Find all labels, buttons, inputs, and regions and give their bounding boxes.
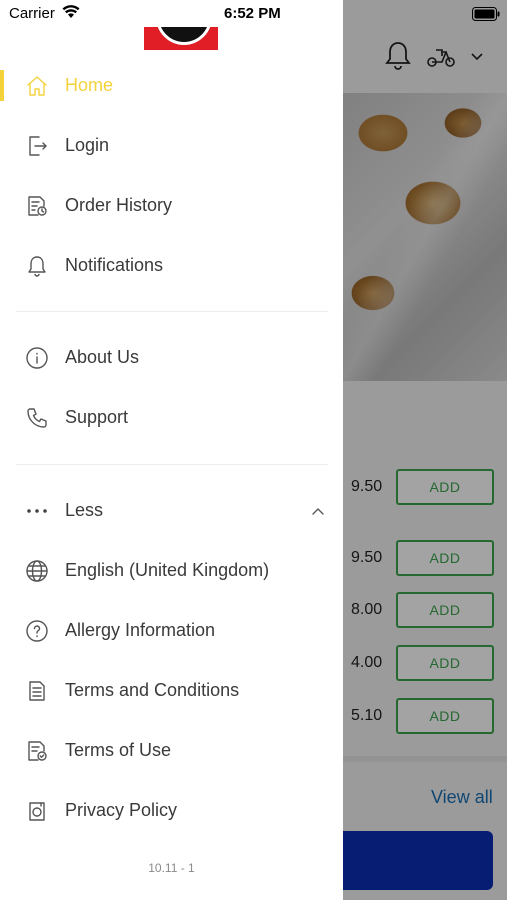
carrier-label: Carrier bbox=[9, 5, 55, 22]
home-icon bbox=[25, 74, 49, 98]
menu-item-login[interactable]: Login bbox=[0, 126, 343, 166]
menu-item-about-us[interactable]: About Us bbox=[0, 338, 343, 378]
status-bar: Carrier 6:52 PM bbox=[0, 0, 507, 28]
menu-item-label: About Us bbox=[65, 347, 140, 367]
phone-icon bbox=[25, 406, 49, 430]
menu-item-label: Support bbox=[65, 407, 129, 427]
battery-icon bbox=[472, 7, 500, 26]
menu-item-label: English (United Kingdom) bbox=[65, 560, 270, 580]
brand-logo bbox=[144, 27, 218, 50]
document-icon bbox=[25, 679, 49, 703]
menu-item-label: Terms and Conditions bbox=[65, 680, 240, 700]
order-history-icon bbox=[25, 194, 49, 218]
globe-icon bbox=[25, 559, 49, 583]
menu-item-terms-and-conditions[interactable]: Terms and Conditions bbox=[0, 671, 343, 711]
less-toggle-label: Less bbox=[65, 500, 104, 520]
login-icon bbox=[25, 134, 49, 158]
menu-item-label: Privacy Policy bbox=[65, 800, 178, 820]
menu-item-notifications[interactable]: Notifications bbox=[0, 246, 343, 286]
navigation-drawer: Home Login Order History Notifications A… bbox=[0, 0, 343, 900]
menu-divider bbox=[16, 311, 328, 312]
menu-item-allergy-information[interactable]: Allergy Information bbox=[0, 611, 343, 651]
menu-item-label: Allergy Information bbox=[65, 620, 216, 640]
menu-item-privacy-policy[interactable]: Privacy Policy bbox=[0, 791, 343, 831]
menu-item-home[interactable]: Home bbox=[0, 66, 343, 106]
info-icon bbox=[25, 346, 49, 370]
clock: 6:52 PM bbox=[224, 5, 281, 22]
chevron-up-icon bbox=[310, 505, 326, 523]
menu-item-order-history[interactable]: Order History bbox=[0, 186, 343, 226]
more-dots-icon bbox=[25, 499, 49, 523]
menu-item-terms-of-use[interactable]: Terms of Use bbox=[0, 731, 343, 771]
bell-icon bbox=[25, 254, 49, 278]
less-toggle[interactable]: Less bbox=[0, 491, 343, 531]
document-check-icon bbox=[25, 739, 49, 763]
menu-item-language[interactable]: English (United Kingdom) bbox=[0, 551, 343, 591]
privacy-icon bbox=[25, 799, 49, 823]
menu-item-label: Terms of Use bbox=[65, 740, 172, 760]
menu-divider bbox=[16, 464, 328, 465]
app-version: 10.11 - 1 bbox=[148, 861, 195, 875]
menu-item-label: Home bbox=[65, 75, 114, 95]
menu-item-label: Order History bbox=[65, 195, 173, 215]
menu-item-label: Login bbox=[65, 135, 110, 155]
menu-item-support[interactable]: Support bbox=[0, 398, 343, 438]
question-icon bbox=[25, 619, 49, 643]
menu-item-label: Notifications bbox=[65, 255, 164, 275]
wifi-icon bbox=[62, 5, 80, 24]
